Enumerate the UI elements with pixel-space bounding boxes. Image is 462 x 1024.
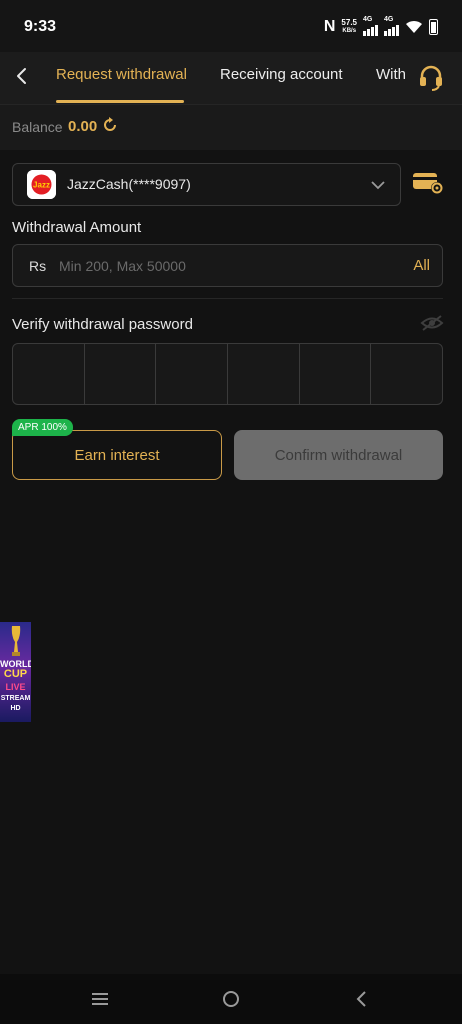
- refresh-icon[interactable]: [102, 117, 118, 133]
- password-label: Verify withdrawal password: [12, 316, 193, 333]
- signal-2-label: 4G: [384, 16, 394, 23]
- apr-badge: APR 100%: [12, 419, 73, 436]
- jazzcash-logo: Jazz: [27, 170, 56, 199]
- trophy-icon: [11, 626, 21, 656]
- amount-input[interactable]: [59, 255, 379, 277]
- balance-value: 0.00: [68, 118, 98, 135]
- currency-label: Rs: [29, 258, 47, 274]
- eye-off-icon[interactable]: [420, 314, 444, 332]
- amount-input-container: Rs All: [12, 244, 443, 287]
- all-amount-button[interactable]: All: [413, 257, 430, 274]
- n-icon: N: [323, 18, 336, 35]
- divider: [12, 298, 443, 299]
- promo-line-4: STREAM: [0, 695, 31, 702]
- world-cup-promo-banner[interactable]: WORLD CUP LIVE STREAM HD: [0, 622, 31, 722]
- account-select[interactable]: Jazz JazzCash(****9097): [12, 163, 401, 206]
- password-pin-input[interactable]: [12, 343, 443, 405]
- recent-apps-icon[interactable]: [89, 988, 111, 1010]
- back-icon[interactable]: [351, 988, 373, 1010]
- pin-cell[interactable]: [85, 344, 157, 404]
- tab-receiving-account[interactable]: Receiving account: [220, 66, 343, 83]
- headset-support-icon[interactable]: [416, 62, 446, 92]
- chevron-down-icon: [371, 181, 385, 190]
- pin-cell[interactable]: [228, 344, 300, 404]
- back-arrow-icon[interactable]: [10, 64, 34, 88]
- status-bar: 9:33 N 57.5 KB/s 4G 4G: [0, 0, 462, 52]
- withdrawal-amount-label: Withdrawal Amount: [12, 219, 142, 236]
- signal-1-label: 4G: [363, 16, 373, 23]
- earn-interest-button[interactable]: Earn interest: [12, 430, 222, 480]
- pin-cell[interactable]: [371, 344, 442, 404]
- tab-request-withdrawal[interactable]: Request withdrawal: [56, 66, 187, 83]
- balance-label: Balance: [12, 119, 63, 135]
- tab-withdrawal-record-label: Withdrawal record: [376, 66, 406, 83]
- tab-bar: Request withdrawal Receiving account Wit…: [0, 52, 462, 104]
- pin-cell[interactable]: [300, 344, 372, 404]
- home-icon[interactable]: [220, 988, 242, 1010]
- account-name: JazzCash(****9097): [67, 176, 191, 192]
- promo-line-2: CUP: [3, 668, 28, 680]
- jazz-logo-text: Jazz: [33, 181, 50, 190]
- signal-icon-2: 4G: [384, 16, 399, 36]
- wifi-icon: [406, 20, 422, 33]
- network-speed-value: 57.5: [341, 18, 357, 27]
- confirm-withdrawal-button[interactable]: Confirm withdrawal: [234, 430, 443, 480]
- promo-line-5: HD: [10, 705, 21, 712]
- tab-withdrawal-record[interactable]: Withdrawal record: [376, 52, 406, 104]
- status-icons: N 57.5 KB/s 4G 4G: [324, 16, 438, 38]
- status-time: 9:33: [24, 18, 57, 35]
- promo-line-3: LIVE: [5, 682, 26, 692]
- network-speed: 57.5 KB/s: [341, 19, 357, 35]
- network-speed-unit: KB/s: [342, 28, 357, 34]
- system-nav-bar: [0, 974, 462, 1024]
- pin-cell[interactable]: [156, 344, 229, 404]
- pin-cell[interactable]: [13, 344, 85, 404]
- balance-row: Balance 0.00: [0, 104, 462, 150]
- card-settings-icon[interactable]: [412, 170, 444, 196]
- battery-icon: [429, 19, 438, 35]
- active-tab-indicator: [56, 100, 184, 103]
- signal-icon: 4G: [363, 16, 378, 36]
